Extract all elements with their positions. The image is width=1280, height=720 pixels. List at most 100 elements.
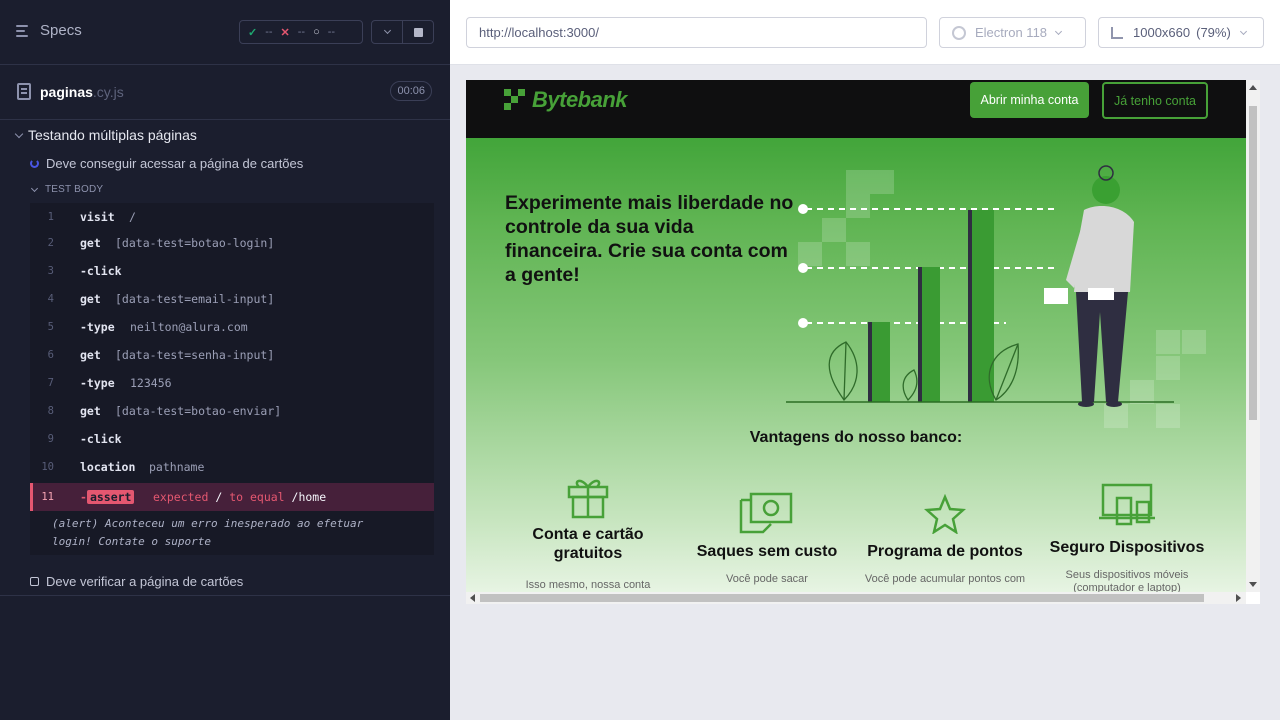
collapse-toggle-button[interactable] [372,21,402,43]
command-row[interactable]: 6 get [data-test=senha-input] [30,341,434,369]
failed-count: -- [297,26,306,38]
assert-target: /home [291,490,327,504]
command-name: location [80,460,136,474]
scroll-thumb[interactable] [480,594,1204,602]
command-log-panel: Specs ✓ -- ✕ -- ○ -- paginas.cy.js 00:06… [0,0,450,720]
cash-icon [739,492,793,534]
star-icon [924,494,966,534]
test-pending[interactable]: Deve verificar a página de cartões [30,574,243,589]
command-message: / [129,210,136,224]
card-title: Seguro Dispositivos [1049,539,1205,556]
card-description: Você pode acumular pontos com suas compr… [864,573,1026,587]
aut-header: http://localhost:3000/ Electron 118 1000… [450,0,1280,65]
horizontal-scrollbar[interactable] [466,592,1246,604]
command-number: 7 [47,377,54,389]
stop-icon [413,27,423,37]
command-number: 8 [47,405,54,417]
command-name: -type [80,320,115,334]
card-description: Seus dispositivos móveis (computador e l… [1065,569,1189,592]
app-frame: Bytebank Abrir minha conta Já tenho cont… [466,80,1260,604]
bytebank-page: Bytebank Abrir minha conta Já tenho cont… [466,80,1246,592]
command-row[interactable]: 2 get [data-test=botao-login] [30,229,434,257]
command-message: neilton@alura.com [130,320,248,334]
command-row[interactable]: 5 -type neilton@alura.com [30,313,434,341]
advantage-card: Conta e cartão gratuitos Isso mesmo, nos… [524,473,652,592]
command-row[interactable]: 4 get [data-test=email-input] [30,285,434,313]
command-number: 4 [47,293,54,305]
viewport-info[interactable]: 1000x660 (79%) [1098,17,1264,48]
failed-command-row[interactable]: 11 - assert expected / to equal /home [30,483,434,511]
command-dash: - [80,490,87,504]
test-running[interactable]: Deve conseguir acessar a página de cartõ… [30,156,303,171]
ruler-icon [1111,26,1123,39]
command-number: 3 [47,265,54,277]
command-name: get [80,404,101,418]
spinner-icon [30,159,39,168]
command-row[interactable]: 9 -click [30,425,434,453]
command-number: 9 [47,433,54,445]
test-body-header[interactable]: TEST BODY [30,184,103,195]
specs-label: Specs [40,22,82,39]
command-name: - assert [80,490,135,504]
browser-selector[interactable]: Electron 118 [939,17,1086,48]
chevron-down-icon [30,184,39,192]
advantage-card: Seguro Dispositivos Seus dispositivos mó… [1044,482,1210,592]
chevron-down-icon [1239,27,1247,35]
passed-count: -- [265,26,273,38]
run-controls [371,20,434,44]
command-message: [data-test=senha-input] [115,348,275,362]
scroll-up-icon[interactable] [1249,85,1257,90]
card-title: Conta e cartão gratuitos [532,526,644,562]
command-name: get [80,348,101,362]
spec-file-name: paginas.cy.js [40,84,124,100]
command-number: 6 [47,349,54,361]
scroll-down-icon[interactable] [1249,582,1257,587]
command-row[interactable]: 3 -click [30,257,434,285]
url-bar[interactable]: http://localhost:3000/ [466,17,927,48]
command-row[interactable]: 8 get [data-test=botao-enviar] [30,397,434,425]
brand-name: Bytebank [532,87,628,112]
chevron-down-icon [1054,27,1063,35]
card-description: Você pode sacar gratuitamente Ao por mês… [696,573,837,587]
card-description: Isso mesmo, nossa conta é [525,579,651,591]
suite-label: Testando múltiplas páginas [28,127,197,143]
stop-button[interactable] [402,21,433,43]
scroll-left-icon[interactable] [470,594,475,602]
brand-logo[interactable]: Bytebank [504,87,628,113]
command-message: [data-test=botao-login] [115,236,275,250]
specs-button[interactable]: Specs [16,22,82,39]
open-account-button[interactable]: Abrir minha conta [970,82,1089,118]
specs-list-icon [16,24,32,38]
scroll-thumb[interactable] [1249,106,1257,420]
command-number: 11 [41,491,54,503]
assert-operator: to equal [229,490,285,504]
hero-title: Experimente mais liberdade no controle d… [505,192,794,286]
devices-icon [1099,483,1155,526]
bytebank-logo-icon [504,89,526,111]
vertical-scrollbar[interactable] [1246,80,1260,592]
assert-actual: / [215,490,223,504]
command-name: visit [80,210,115,224]
assert-expected: expected [153,490,209,504]
login-button[interactable]: Já tenho conta [1102,82,1208,119]
pending-square-icon [30,577,39,586]
spec-file-row[interactable]: paginas.cy.js 00:06 [0,65,450,120]
scroll-right-icon[interactable] [1236,594,1241,602]
command-message: [data-test=email-input] [115,292,275,306]
command-name: -click [80,264,122,278]
divider [0,595,450,596]
advantage-card: Saques sem custo Você pode sacar gratuit… [691,488,843,587]
hero-illustration [786,165,1206,428]
command-row[interactable]: 1 visit / [30,203,434,231]
command-row[interactable]: 10 location pathname [30,453,434,481]
command-list: 1 visit / 2 get [data-test=botao-login] 3 -cl… [30,203,434,555]
card-title: Programa de pontos [867,543,1023,560]
spec-name: paginas [40,84,93,100]
viewport-size: 1000x660 [1133,25,1191,40]
command-row[interactable]: 7 -type 123456 [30,369,434,397]
assert-tag: assert [86,490,135,504]
suite-title[interactable]: Testando múltiplas páginas [14,127,197,143]
command-message: 123456 [130,376,172,390]
command-number: 2 [47,237,54,249]
command-number: 1 [47,211,54,223]
